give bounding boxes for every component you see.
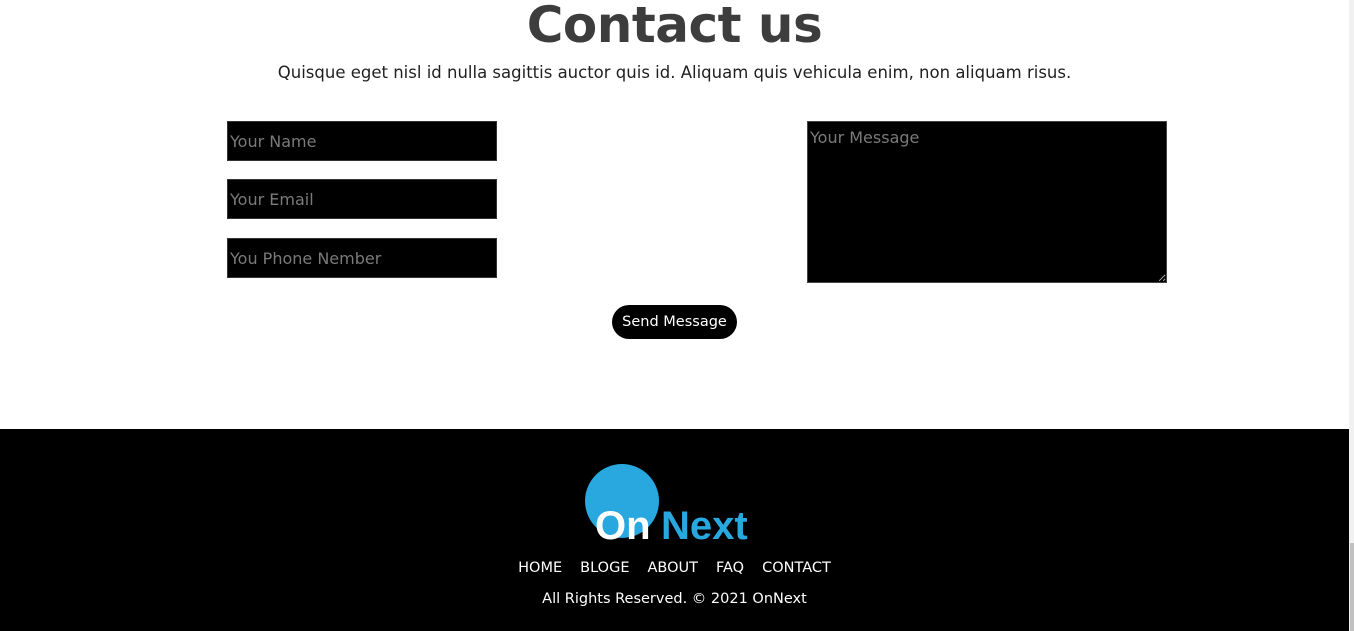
footer-nav: HOME BLOGE ABOUT FAQ CONTACT [0,560,1349,576]
footer-nav-about[interactable]: ABOUT [647,560,698,576]
phone-field[interactable] [227,238,497,278]
name-field[interactable] [227,121,497,161]
footer-nav-bloge[interactable]: BLOGE [580,560,629,576]
footer-nav-home[interactable]: HOME [518,560,562,576]
logo-text-on: On [595,504,651,543]
footer-nav-faq[interactable]: FAQ [716,560,744,576]
page-subtitle: Quisque eget nisl id nulla sagittis auct… [277,63,1072,82]
logo-text-next: Next [661,504,748,543]
copyright-text: All Rights Reserved. © 2021 OnNext [542,591,807,607]
footer: On Next HOME BLOGE ABOUT FAQ CONTACT All… [0,429,1349,631]
page-title: Contact us [526,0,823,54]
onnext-logo[interactable]: On Next [583,463,768,543]
scrollbar-thumb[interactable] [1350,543,1354,631]
email-field[interactable] [227,179,497,219]
scrollbar-track[interactable] [1349,0,1354,631]
message-field[interactable] [807,121,1167,283]
footer-nav-contact[interactable]: CONTACT [762,560,831,576]
send-message-button[interactable]: Send Message [612,305,737,339]
page: Contact us Quisque eget nisl id nulla sa… [0,0,1354,631]
